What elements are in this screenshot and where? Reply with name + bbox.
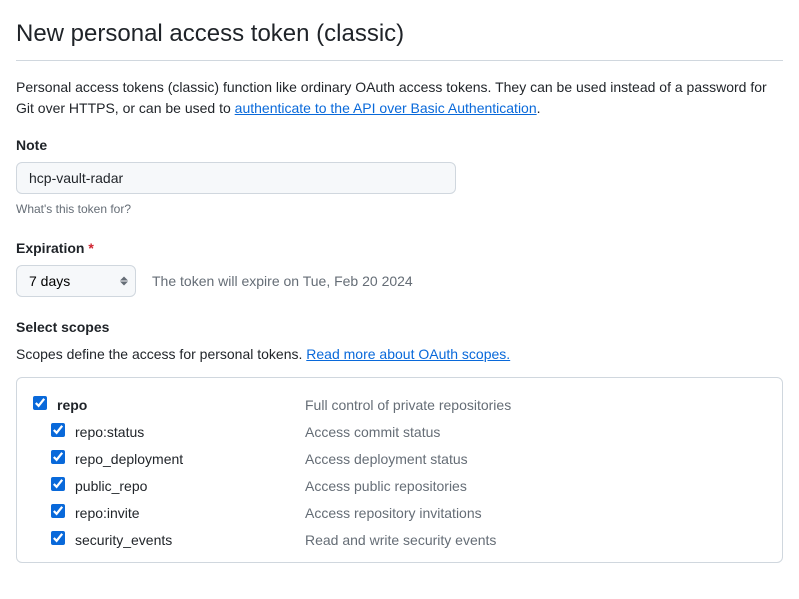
- expiration-hint: The token will expire on Tue, Feb 20 202…: [152, 271, 413, 292]
- scope-name-security-events[interactable]: security_events: [75, 530, 305, 551]
- auth-api-link[interactable]: authenticate to the API over Basic Authe…: [235, 100, 537, 116]
- scope-desc-repo-invite: Access repository invitations: [305, 503, 482, 524]
- intro-paragraph: Personal access tokens (classic) functio…: [16, 77, 783, 119]
- scope-checkbox-security-events[interactable]: [51, 531, 65, 545]
- scope-checkbox-repo[interactable]: [33, 396, 47, 410]
- scope-name-repo[interactable]: repo: [57, 395, 305, 416]
- scope-checkbox-public-repo[interactable]: [51, 477, 65, 491]
- expiration-select[interactable]: 7 days: [16, 265, 136, 297]
- scope-checkbox-repo-status[interactable]: [51, 423, 65, 437]
- scope-name-repo-status[interactable]: repo:status: [75, 422, 305, 443]
- scope-row-repo-deployment: repo_deployment Access deployment status: [33, 446, 766, 473]
- note-hint: What's this token for?: [16, 200, 783, 218]
- scope-desc-repo-status: Access commit status: [305, 422, 440, 443]
- scope-name-repo-invite[interactable]: repo:invite: [75, 503, 305, 524]
- scope-desc-repo-deployment: Access deployment status: [305, 449, 468, 470]
- scope-desc-security-events: Read and write security events: [305, 530, 496, 551]
- scopes-intro: Scopes define the access for personal to…: [16, 344, 783, 365]
- scope-name-public-repo[interactable]: public_repo: [75, 476, 305, 497]
- scope-desc-public-repo: Access public repositories: [305, 476, 467, 497]
- scope-checkbox-repo-deployment[interactable]: [51, 450, 65, 464]
- scope-row-repo-status: repo:status Access commit status: [33, 419, 766, 446]
- note-section: Note What's this token for?: [16, 135, 783, 218]
- expiration-section: Expiration * 7 days The token will expir…: [16, 238, 783, 297]
- scope-desc-repo: Full control of private repositories: [305, 395, 511, 416]
- scope-name-repo-deployment[interactable]: repo_deployment: [75, 449, 305, 470]
- expiration-label: Expiration *: [16, 238, 783, 259]
- scope-row-security-events: security_events Read and write security …: [33, 527, 766, 554]
- note-input[interactable]: [16, 162, 456, 194]
- note-label: Note: [16, 135, 783, 156]
- scope-row-repo: repo Full control of private repositorie…: [33, 392, 766, 419]
- required-asterisk: *: [88, 240, 93, 256]
- scopes-box: repo Full control of private repositorie…: [16, 377, 783, 563]
- scopes-heading: Select scopes: [16, 317, 783, 338]
- intro-text-2: .: [537, 100, 541, 116]
- oauth-scopes-link[interactable]: Read more about OAuth scopes.: [306, 346, 510, 362]
- scope-row-public-repo: public_repo Access public repositories: [33, 473, 766, 500]
- scope-checkbox-repo-invite[interactable]: [51, 504, 65, 518]
- scope-row-repo-invite: repo:invite Access repository invitation…: [33, 500, 766, 527]
- scopes-section: Select scopes Scopes define the access f…: [16, 317, 783, 563]
- page-title: New personal access token (classic): [16, 16, 783, 61]
